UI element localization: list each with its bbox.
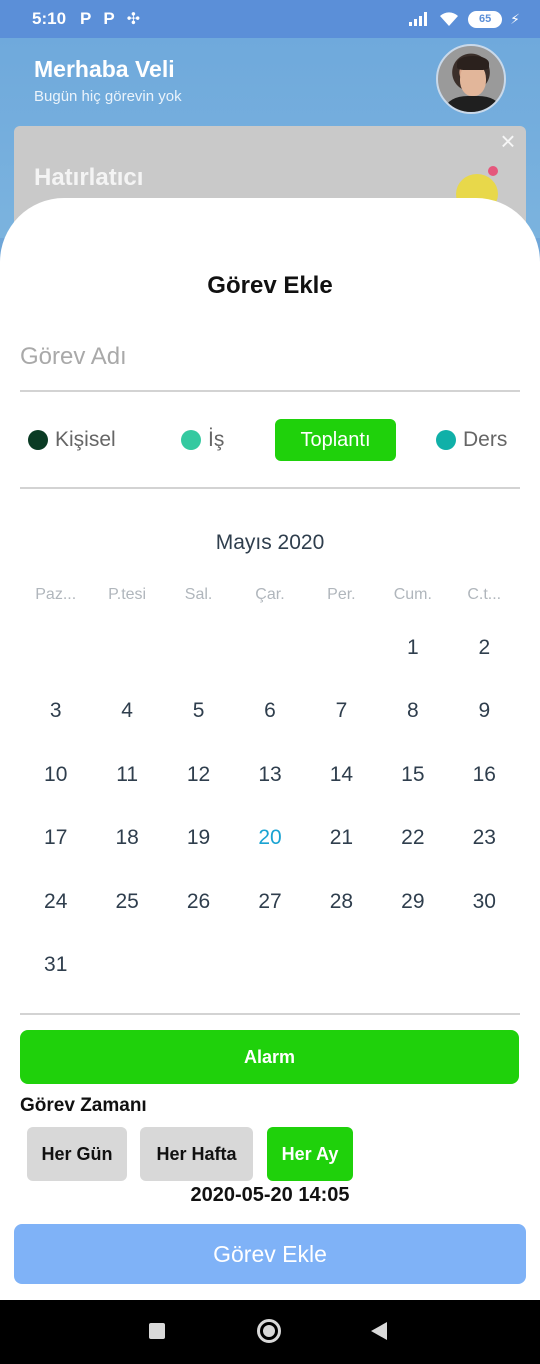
- avatar[interactable]: [436, 44, 506, 114]
- calendar-day[interactable]: 5: [163, 680, 234, 744]
- greeting-title: Merhaba Veli: [34, 56, 175, 82]
- calendar-day[interactable]: 13: [234, 743, 305, 807]
- battery-icon: 65: [468, 10, 503, 28]
- weekday-label: P.tesi: [108, 586, 147, 603]
- alarm-button[interactable]: Alarm: [20, 1030, 519, 1084]
- calendar-day[interactable]: 8: [377, 680, 448, 744]
- calendar-day[interactable]: 31: [20, 934, 91, 998]
- avatar-shirt: [446, 96, 500, 112]
- divider: [20, 1013, 520, 1015]
- calendar-day[interactable]: 23: [449, 807, 520, 871]
- calendar-empty-cell: [20, 616, 91, 680]
- category-label: İş: [208, 428, 225, 451]
- frequency-weekly-button[interactable]: Her Hafta: [140, 1127, 253, 1181]
- calendar-empty-cell: [163, 616, 234, 680]
- category-label: Toplantı: [300, 428, 371, 451]
- calendar-day[interactable]: 2: [449, 616, 520, 680]
- reminder-title: Hatırlatıcı: [34, 164, 144, 191]
- calendar-day[interactable]: 3: [20, 680, 91, 744]
- frequency-daily-button[interactable]: Her Gün: [27, 1127, 127, 1181]
- recent-apps-icon[interactable]: [149, 1323, 165, 1339]
- category-label: Kişisel: [55, 428, 116, 451]
- calendar-day[interactable]: 14: [306, 743, 377, 807]
- weekday-label: Çar.: [255, 586, 285, 603]
- divider: [20, 487, 520, 489]
- calendar-day[interactable]: 16: [449, 743, 520, 807]
- parking-app-icon: P: [103, 9, 115, 28]
- task-time-label: Görev Zamanı: [20, 1095, 147, 1116]
- calendar-day[interactable]: 7: [306, 680, 377, 744]
- back-icon[interactable]: [371, 1322, 387, 1340]
- calendar-day[interactable]: 18: [91, 807, 162, 871]
- calendar-day[interactable]: 30: [449, 870, 520, 934]
- calendar-day[interactable]: 4: [91, 680, 162, 744]
- category-ders[interactable]: Ders: [436, 418, 507, 462]
- avatar-hair: [457, 56, 489, 70]
- weekday-label: Cum.: [393, 586, 432, 603]
- category-is[interactable]: İş: [181, 418, 224, 462]
- category-kisisel[interactable]: Kişisel: [28, 418, 116, 462]
- calendar-day[interactable]: 1: [377, 616, 448, 680]
- frequency-monthly-button[interactable]: Her Ay: [267, 1127, 353, 1181]
- greeting-subtitle: Bugün hiç görevin yok: [34, 88, 182, 105]
- status-bar: 5:10 P P ✣ 65 ⚡: [0, 0, 540, 38]
- status-icons: 65 ⚡: [408, 10, 520, 28]
- add-task-button[interactable]: Görev Ekle: [14, 1224, 526, 1284]
- weekday-label: Sal.: [184, 586, 213, 603]
- calendar-empty-cell: [234, 616, 305, 680]
- weekday-label: Per.: [327, 586, 356, 603]
- category-dot-icon: [28, 430, 48, 450]
- wifi-icon: [440, 12, 459, 26]
- calendar-empty-cell: [306, 616, 377, 680]
- calendar-day[interactable]: 29: [377, 870, 448, 934]
- calendar-day[interactable]: 10: [20, 743, 91, 807]
- category-dot-icon: [436, 430, 456, 450]
- calendar-day[interactable]: 12: [163, 743, 234, 807]
- charging-icon: ⚡: [510, 10, 520, 27]
- signal-icon: [409, 12, 428, 26]
- category-selector: Kişisel İş Toplantı Ders: [20, 418, 520, 462]
- calendar-day[interactable]: 21: [306, 807, 377, 871]
- calendar-day[interactable]: 19: [163, 807, 234, 871]
- add-task-sheet: Görev Ekle Kişisel İş Toplantı Ders Mayı…: [0, 198, 540, 1300]
- calendar-day-today[interactable]: 20: [234, 807, 305, 871]
- category-dot-icon: [181, 430, 201, 450]
- category-toplanti[interactable]: Toplantı: [275, 419, 396, 461]
- selected-datetime: 2020-05-20 14:05: [190, 1184, 350, 1206]
- calendar-day[interactable]: 9: [449, 680, 520, 744]
- home-icon[interactable]: [257, 1319, 281, 1343]
- calendar-month-label: Mayıs 2020: [215, 531, 325, 554]
- weekday-label: C.t...: [467, 586, 502, 603]
- calendar-day[interactable]: 25: [91, 870, 162, 934]
- calendar-day[interactable]: 22: [377, 807, 448, 871]
- parking-app-icon: P: [80, 9, 92, 28]
- calendar-days-grid: 1 2 3 4 5 6 7 8 9 10 11 12 13 14 15 16 17 18 19 20 21 22 23 24 2…: [20, 616, 520, 997]
- close-icon[interactable]: ×: [496, 128, 520, 154]
- calendar-day[interactable]: 11: [91, 743, 162, 807]
- calendar-day[interactable]: 6: [234, 680, 305, 744]
- task-name-input[interactable]: [20, 324, 520, 392]
- sheet-title: Görev Ekle: [207, 272, 333, 299]
- calendar-empty-cell: [91, 616, 162, 680]
- category-label: Ders: [463, 428, 508, 451]
- calendar-day[interactable]: 28: [306, 870, 377, 934]
- calendar-day[interactable]: 27: [234, 870, 305, 934]
- calendar-day[interactable]: 15: [377, 743, 448, 807]
- calendar-day[interactable]: 17: [20, 807, 91, 871]
- reminder-illustration-dot: [488, 166, 498, 176]
- calendar-day[interactable]: 24: [20, 870, 91, 934]
- status-time: 5:10: [32, 9, 67, 28]
- weekday-label: Paz...: [35, 586, 77, 603]
- calendar-weekday-header: Paz... P.tesi Sal. Çar. Per. Cum. C.t...: [20, 586, 520, 608]
- fan-icon: ✣: [126, 11, 141, 28]
- calendar-day[interactable]: 26: [163, 870, 234, 934]
- system-nav-bar: [0, 1300, 540, 1364]
